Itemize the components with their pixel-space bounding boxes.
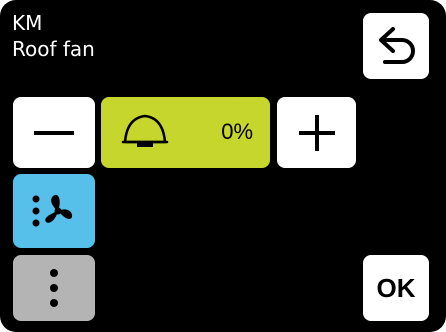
header-title: KM Roof fan bbox=[12, 10, 95, 62]
back-button[interactable] bbox=[363, 13, 429, 79]
header-line-2: Roof fan bbox=[12, 37, 95, 61]
ok-button-label: OK bbox=[376, 272, 416, 303]
level-display: 0% bbox=[101, 97, 270, 168]
fan-mode-button[interactable] bbox=[13, 174, 95, 248]
level-value: 0% bbox=[221, 119, 253, 144]
decrease-button[interactable] bbox=[13, 97, 95, 168]
plus-icon bbox=[298, 114, 335, 151]
fan-icon bbox=[32, 194, 73, 227]
more-options-button[interactable] bbox=[13, 255, 95, 321]
header-line-1: KM bbox=[12, 11, 43, 35]
vertical-dots-icon bbox=[50, 269, 58, 307]
undo-arrow-icon bbox=[379, 27, 415, 64]
bell-icon bbox=[121, 114, 169, 147]
increase-button[interactable] bbox=[277, 97, 356, 168]
minus-icon bbox=[34, 130, 74, 135]
ok-button[interactable]: OK bbox=[363, 255, 429, 321]
device-screen: KM Roof fan 0% OK bbox=[0, 0, 446, 332]
